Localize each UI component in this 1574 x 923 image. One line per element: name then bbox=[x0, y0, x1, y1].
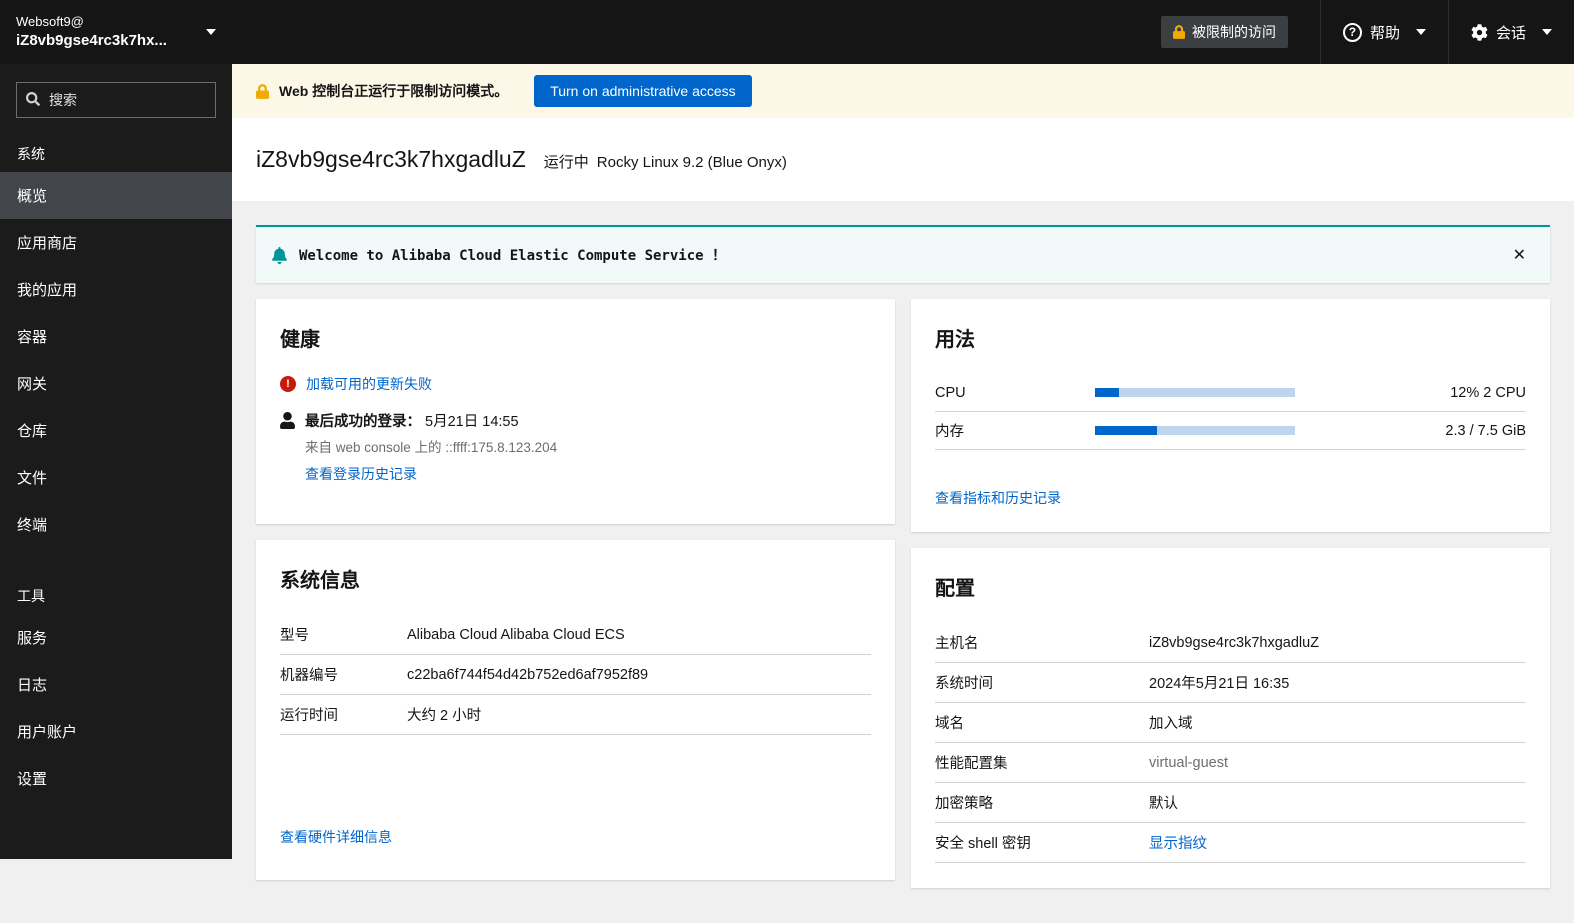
join-domain-button[interactable]: 加入域 bbox=[1149, 712, 1193, 733]
row-label: 运行时间 bbox=[280, 704, 407, 725]
table-row: 安全 shell 密钥 显示指纹 bbox=[935, 823, 1526, 863]
admin-access-button[interactable]: Turn on administrative access bbox=[534, 75, 751, 107]
row-label: 域名 bbox=[935, 712, 1149, 733]
sidebar-item-settings[interactable]: 设置 bbox=[0, 755, 232, 802]
welcome-alert: Welcome to Alibaba Cloud Elastic Compute… bbox=[256, 225, 1550, 283]
chevron-down-icon bbox=[1416, 29, 1426, 35]
table-row: 机器编号 c22ba6f744f54d42b752ed6af7952f89 bbox=[280, 655, 871, 695]
lock-icon bbox=[1173, 25, 1185, 39]
performance-profile-link[interactable]: virtual-guest bbox=[1149, 755, 1228, 771]
chevron-down-icon bbox=[206, 29, 216, 35]
table-row: 型号 Alibaba Cloud Alibaba Cloud ECS bbox=[280, 615, 871, 655]
last-login-label: 最后成功的登录： bbox=[305, 414, 421, 430]
table-row: 加密策略 默认 bbox=[935, 783, 1526, 823]
show-fingerprints-link[interactable]: 显示指纹 bbox=[1149, 832, 1207, 853]
row-label: 加密策略 bbox=[935, 792, 1149, 813]
sidebar-item-services[interactable]: 服务 bbox=[0, 614, 232, 661]
masthead: Websoft9@ iZ8vb9gse4rc3k7hx... 被限制的访问 ? … bbox=[0, 0, 1574, 64]
row-value: 大约 2 小时 bbox=[407, 704, 481, 725]
restricted-access-badge[interactable]: 被限制的访问 bbox=[1161, 16, 1288, 48]
close-icon[interactable]: ✕ bbox=[1505, 241, 1534, 269]
row-label: 机器编号 bbox=[280, 664, 407, 685]
cpu-usage-row: CPU 12% 2 CPU bbox=[935, 374, 1526, 412]
lock-icon bbox=[256, 84, 269, 99]
sidebar-section-tools: 工具 bbox=[0, 574, 232, 614]
help-label: 帮助 bbox=[1370, 22, 1400, 43]
page-header: iZ8vb9gse4rc3k7hxgadluZ 运行中 Rocky Linux … bbox=[232, 118, 1574, 201]
health-title: 健康 bbox=[280, 323, 871, 352]
system-info-card: 系统信息 型号 Alibaba Cloud Alibaba Cloud ECS … bbox=[256, 540, 895, 880]
privilege-banner: Web 控制台正运行于限制访问模式。 Turn on administrativ… bbox=[232, 64, 1574, 118]
table-row: 系统时间 2024年5月21日 16:35 bbox=[935, 663, 1526, 703]
sidebar-section-system: 系统 bbox=[0, 132, 232, 172]
sidebar-item-terminal[interactable]: 终端 bbox=[0, 501, 232, 548]
usage-card: 用法 CPU 12% 2 CPU 内存 2.3 / 7.5 GiB bbox=[911, 299, 1550, 532]
configuration-title: 配置 bbox=[935, 572, 1526, 601]
gear-icon bbox=[1471, 24, 1488, 41]
page-title: iZ8vb9gse4rc3k7hxgadluZ bbox=[256, 146, 526, 173]
sidebar-item-app-store[interactable]: 应用商店 bbox=[0, 219, 232, 266]
row-label: 系统时间 bbox=[935, 672, 1149, 693]
session-label: 会话 bbox=[1496, 22, 1526, 43]
memory-label: 内存 bbox=[935, 420, 1095, 441]
system-time-value: 2024年5月21日 16:35 bbox=[1149, 672, 1289, 693]
sidebar: 系统 概览 应用商店 我的应用 容器 网关 仓库 文件 终端 工具 服务 日志 … bbox=[0, 64, 232, 859]
host-switcher[interactable]: Websoft9@ iZ8vb9gse4rc3k7hx... bbox=[0, 0, 232, 64]
question-circle-icon: ? bbox=[1343, 23, 1362, 42]
system-info-title: 系统信息 bbox=[280, 564, 871, 593]
hostname-value: iZ8vb9gse4rc3k7hxgadluZ bbox=[1149, 635, 1319, 651]
error-icon: ! bbox=[280, 376, 296, 392]
sidebar-item-repository[interactable]: 仓库 bbox=[0, 407, 232, 454]
table-row: 域名 加入域 bbox=[935, 703, 1526, 743]
row-value: Alibaba Cloud Alibaba Cloud ECS bbox=[407, 627, 625, 643]
sidebar-item-my-apps[interactable]: 我的应用 bbox=[0, 266, 232, 313]
row-value: c22ba6f744f54d42b752ed6af7952f89 bbox=[407, 667, 648, 683]
host-state: 运行中 bbox=[544, 151, 589, 172]
configuration-card: 配置 主机名 iZ8vb9gse4rc3k7hxgadluZ 系统时间 2024… bbox=[911, 548, 1550, 888]
sidebar-nav: 系统 概览 应用商店 我的应用 容器 网关 仓库 文件 终端 工具 服务 日志 … bbox=[0, 132, 232, 802]
sidebar-item-logs[interactable]: 日志 bbox=[0, 661, 232, 708]
table-row: 性能配置集 virtual-guest bbox=[935, 743, 1526, 783]
table-row: 运行时间 大约 2 小时 bbox=[280, 695, 871, 735]
row-label: 性能配置集 bbox=[935, 752, 1149, 773]
sidebar-item-gateway[interactable]: 网关 bbox=[0, 360, 232, 407]
user-icon bbox=[280, 412, 295, 429]
hardware-details-link[interactable]: 查看硬件详细信息 bbox=[280, 827, 392, 847]
privilege-banner-text: Web 控制台正运行于限制访问模式。 bbox=[279, 81, 508, 101]
sidebar-item-accounts[interactable]: 用户账户 bbox=[0, 708, 232, 755]
sidebar-item-overview[interactable]: 概览 bbox=[0, 172, 232, 219]
updates-error-link[interactable]: 加载可用的更新失败 bbox=[306, 374, 432, 394]
welcome-alert-text: Welcome to Alibaba Cloud Elastic Compute… bbox=[299, 245, 726, 265]
memory-value: 2.3 / 7.5 GiB bbox=[1445, 423, 1526, 439]
cpu-value: 12% 2 CPU bbox=[1450, 385, 1526, 401]
crypto-policy-value: 默认 bbox=[1149, 792, 1178, 813]
memory-usage-row: 内存 2.3 / 7.5 GiB bbox=[935, 412, 1526, 450]
help-menu[interactable]: ? 帮助 bbox=[1320, 0, 1448, 64]
usage-title: 用法 bbox=[935, 323, 1526, 352]
row-label: 主机名 bbox=[935, 632, 1149, 653]
bell-icon bbox=[272, 247, 287, 264]
row-label: 安全 shell 密钥 bbox=[935, 832, 1149, 853]
restricted-access-label: 被限制的访问 bbox=[1192, 22, 1276, 42]
session-menu[interactable]: 会话 bbox=[1448, 0, 1574, 64]
memory-progress-bar bbox=[1095, 426, 1295, 435]
cpu-label: CPU bbox=[935, 385, 1095, 401]
metrics-history-link[interactable]: 查看指标和历史记录 bbox=[935, 488, 1061, 508]
host-user: Websoft9@ bbox=[16, 13, 198, 31]
health-card: 健康 ! 加载可用的更新失败 最后成功的登录： 5月21日 14:55 来自 w… bbox=[256, 299, 895, 524]
row-label: 型号 bbox=[280, 624, 407, 645]
sidebar-search bbox=[16, 82, 216, 118]
host-name: iZ8vb9gse4rc3k7hx... bbox=[16, 31, 198, 51]
chevron-down-icon bbox=[1542, 29, 1552, 35]
login-origin: 来自 web console 上的 ::ffff:175.8.123.204 bbox=[305, 436, 557, 456]
sidebar-item-files[interactable]: 文件 bbox=[0, 454, 232, 501]
search-input[interactable] bbox=[16, 82, 216, 118]
table-row: 主机名 iZ8vb9gse4rc3k7hxgadluZ bbox=[935, 623, 1526, 663]
login-history-link[interactable]: 查看登录历史记录 bbox=[305, 464, 417, 484]
os-name: Rocky Linux 9.2 (Blue Onyx) bbox=[597, 154, 787, 171]
search-icon bbox=[26, 92, 40, 106]
sidebar-item-containers[interactable]: 容器 bbox=[0, 313, 232, 360]
last-login-time: 5月21日 14:55 bbox=[425, 414, 519, 430]
cpu-progress-bar bbox=[1095, 388, 1295, 397]
